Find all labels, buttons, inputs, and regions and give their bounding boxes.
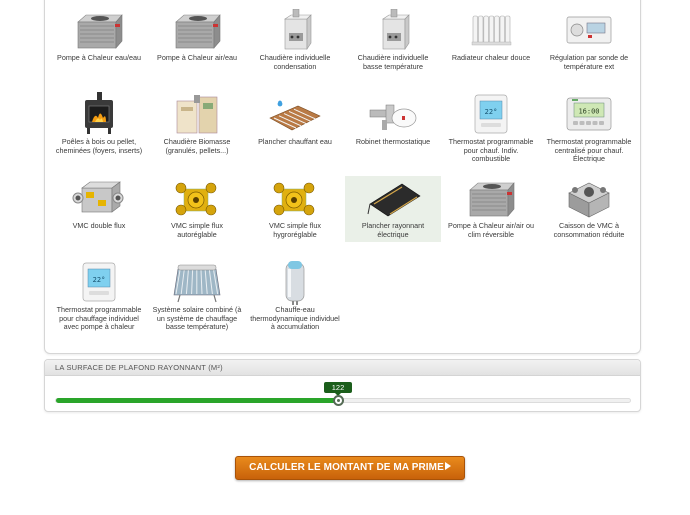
- wood-stove-icon: [51, 92, 147, 136]
- equipment-label: Pompe à Chaleur eau/eau: [57, 53, 141, 62]
- equipment-label: Radiateur chaleur douce: [451, 53, 531, 62]
- equipment-item[interactable]: Plancher rayonnant électrique: [345, 176, 441, 243]
- equipment-item[interactable]: 16:00 Thermostat programmable centralisé…: [541, 92, 637, 167]
- equipment-label: Thermostat programmable pour chauf. Indi…: [448, 137, 534, 164]
- equipment-item[interactable]: 22° Thermostat programmable pour chauffa…: [51, 260, 147, 335]
- equipment-label: Système solaire combiné (à un système de…: [152, 305, 242, 332]
- arrow-right-icon: [444, 462, 451, 470]
- equipment-label: Thermostat programmable pour chauffage i…: [56, 305, 142, 332]
- boiler-icon: [345, 8, 441, 52]
- solar-system-icon: [149, 260, 245, 304]
- boiler-icon: [247, 8, 343, 52]
- vmc-box-icon: [541, 176, 637, 220]
- equipment-label: Robinet thermostatique: [355, 137, 431, 146]
- equipment-label: VMC simple flux hygroréglable: [269, 221, 321, 239]
- equipment-item[interactable]: Pompe à Chaleur air/air ou clim réversib…: [443, 176, 539, 242]
- calculate-prime-button[interactable]: CALCULER LE MONTANT DE MA PRIME: [235, 456, 465, 480]
- calculate-prime-label: CALCULER LE MONTANT DE MA PRIME: [249, 462, 444, 473]
- equipment-panel: Pompe à Chaleur eau/eau Pompe à Chaleur …: [44, 0, 641, 354]
- radiator-icon: [443, 8, 539, 52]
- vmc-simple-icon: [149, 176, 245, 220]
- equipment-label: Poêles à bois ou pellet, cheminées (foye…: [55, 137, 143, 155]
- heat-pump-icon: [443, 176, 539, 220]
- equipment-item[interactable]: VMC double flux: [51, 176, 147, 234]
- vmc-simple-icon: [247, 176, 343, 220]
- equipment-label: Caisson de VMC à consommation réduite: [553, 221, 625, 239]
- heat-pump-icon: [149, 8, 245, 52]
- svg-text:22°: 22°: [93, 276, 106, 284]
- slider-track[interactable]: 122: [55, 382, 631, 406]
- central-thermostat-icon: 16:00: [541, 92, 637, 136]
- equipment-label: Pompe à Chaleur air/eau: [157, 53, 237, 62]
- equipment-label: Chaudière individuelle basse température: [357, 53, 429, 71]
- surface-slider-panel: LA SURFACE DE PLAFOND RAYONNANT (M²) 122: [44, 359, 641, 412]
- equipment-item[interactable]: Pompe à Chaleur eau/eau: [51, 8, 147, 66]
- equipment-item[interactable]: Plancher chauffant eau: [247, 92, 343, 150]
- equipment-label: VMC simple flux autoréglable: [171, 221, 223, 239]
- equipment-item[interactable]: Poêles à bois ou pellet, cheminées (foye…: [51, 92, 147, 158]
- equipment-item[interactable]: 22° Thermostat programmable pour chauf. …: [443, 92, 539, 167]
- regulator-icon: [541, 8, 637, 52]
- equipment-label: VMC double flux: [72, 221, 126, 230]
- slider-value-bubble: 122: [324, 382, 352, 396]
- equipment-item[interactable]: Régulation par sonde de température ext: [541, 8, 637, 74]
- equipment-item[interactable]: VMC simple flux hygroréglable: [247, 176, 343, 242]
- equipment-item[interactable]: Système solaire combiné (à un système de…: [149, 260, 245, 335]
- thermostat-icon: 22°: [51, 260, 147, 304]
- thermostat-icon: 22°: [443, 92, 539, 136]
- slider-handle[interactable]: [333, 395, 344, 406]
- equipment-item[interactable]: Chaudière Biomasse (granulés, pellets...…: [149, 92, 245, 158]
- slider-title: LA SURFACE DE PLAFOND RAYONNANT (M²): [45, 360, 640, 376]
- equipment-item[interactable]: VMC simple flux autoréglable: [149, 176, 245, 242]
- floor-heating-icon: [247, 92, 343, 136]
- heat-pump-icon: [51, 8, 147, 52]
- thermostatic-valve-icon: [345, 92, 441, 136]
- equipment-label: Chaudière Biomasse (granulés, pellets...…: [163, 137, 231, 155]
- slider-fill: [56, 398, 338, 403]
- equipment-item[interactable]: Robinet thermostatique: [345, 92, 441, 150]
- electric-floor-icon: [345, 176, 441, 220]
- svg-text:22°: 22°: [485, 108, 498, 116]
- equipment-item[interactable]: Pompe à Chaleur air/eau: [149, 8, 245, 66]
- water-heater-icon: [247, 260, 343, 305]
- equipment-label: Thermostat programmable centralisé pour …: [546, 137, 632, 164]
- biomass-boiler-icon: [149, 92, 245, 136]
- equipment-item[interactable]: Chauffe-eau thermodynamique individuel à…: [247, 260, 343, 335]
- equipment-label: Pompe à Chaleur air/air ou clim réversib…: [448, 221, 534, 239]
- equipment-label: Chaudière individuelle condensation: [259, 53, 331, 71]
- equipment-label: Chauffe-eau thermodynamique individuel à…: [250, 305, 340, 332]
- equipment-label: Plancher chauffant eau: [258, 137, 332, 146]
- equipment-item[interactable]: Radiateur chaleur douce: [443, 8, 539, 66]
- equipment-item[interactable]: Chaudière individuelle basse température: [345, 8, 441, 74]
- equipment-label: Plancher rayonnant électrique: [361, 221, 425, 239]
- equipment-item[interactable]: Caisson de VMC à consommation réduite: [541, 176, 637, 242]
- svg-text:16:00: 16:00: [578, 108, 599, 116]
- equipment-item[interactable]: Chaudière individuelle condensation: [247, 8, 343, 74]
- vmc-double-icon: [51, 176, 147, 220]
- equipment-label: Régulation par sonde de température ext: [549, 53, 629, 71]
